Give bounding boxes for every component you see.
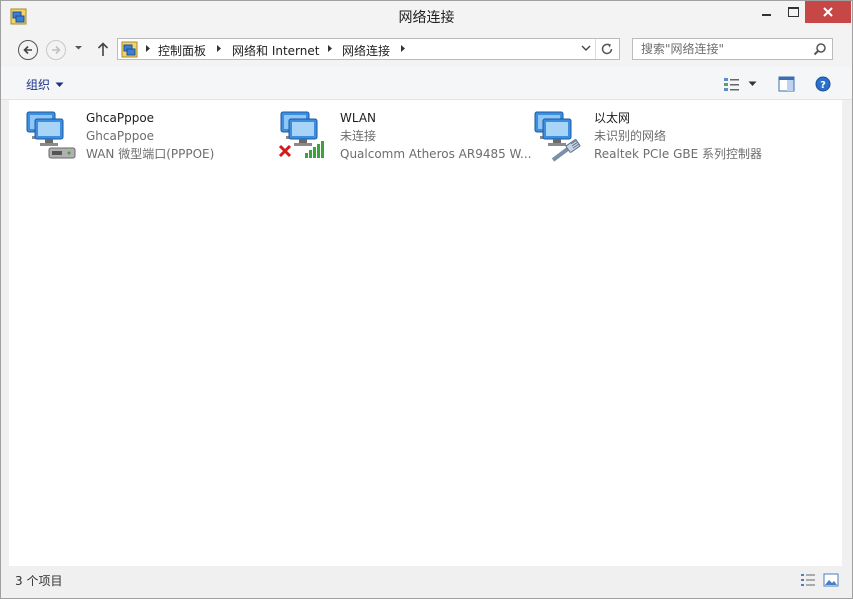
title-bar[interactable]: 网络连接 [1,1,852,32]
refresh-icon[interactable] [599,41,615,57]
connection-item-ethernet[interactable]: 以太网 未识别的网络 Realtek PCIe GBE 系列控制器 [531,108,781,164]
connection-item-ghcapppoe[interactable]: GhcaPppoe GhcaPppoe WAN 微型端口(PPPOE) [23,108,273,164]
window: 网络连接 控制面板 网络和 Internet 网络连接 搜索"网络连接" 组织 … [0,0,853,599]
large-icons-view-icon[interactable] [823,573,839,587]
connection-device: Qualcomm Atheros AR9485 W... [340,147,532,161]
connection-name: GhcaPppoe [86,111,155,125]
breadcrumb-chevron-icon[interactable] [216,44,222,53]
connection-device: Realtek PCIe GBE 系列控制器 [594,147,763,161]
help-icon[interactable]: ? [815,76,831,92]
breadcrumb-network-internet[interactable]: 网络和 Internet [232,42,319,59]
breadcrumb-control-panel[interactable]: 控制面板 [158,42,206,59]
details-view-icon[interactable] [800,573,816,587]
minimize-button[interactable] [753,1,780,23]
breadcrumb-network-connections[interactable]: 网络连接 [342,42,390,59]
breadcrumb-chevron-icon[interactable] [327,44,333,53]
view-options-dropdown-icon[interactable] [748,81,757,87]
command-bar: 组织 ? [1,67,852,100]
connection-status: GhcaPppoe [86,129,155,143]
preview-pane-icon[interactable] [778,76,795,92]
status-bar: 3 个项目 [1,566,852,598]
control-panel-icon [121,41,138,58]
breadcrumb-chevron-icon[interactable] [145,44,151,53]
pppoe-connection-icon [26,111,76,159]
wlan-disconnected-icon [278,111,324,158]
connection-text: WLAN 未连接 Qualcomm Atheros AR9485 W... [340,109,531,163]
chevron-down-icon [55,82,64,87]
close-icon [823,7,833,17]
maximize-button[interactable] [780,1,807,23]
connection-text: 以太网 未识别的网络 Realtek PCIe GBE 系列控制器 [594,109,762,163]
navigation-bar: 控制面板 网络和 Internet 网络连接 [1,32,852,67]
item-count: 3 个项目 [15,574,63,588]
arrow-right-icon [52,45,61,55]
ethernet-connection-icon [534,111,581,162]
search-box[interactable] [632,38,833,60]
search-input[interactable] [633,39,817,59]
address-history-dropdown-icon[interactable] [581,45,591,52]
address-bar[interactable]: 控制面板 网络和 Internet 网络连接 [117,38,620,60]
connection-text: GhcaPppoe GhcaPppoe WAN 微型端口(PPPOE) [86,109,214,163]
connection-name: 以太网 [594,111,631,125]
connection-name: WLAN [340,111,377,125]
address-divider [595,39,596,59]
maximize-icon [788,7,799,17]
svg-text:?: ? [820,80,826,91]
window-title: 网络连接 [398,10,455,26]
connection-status: 未连接 [340,129,377,143]
organize-menu-button[interactable]: 组织 [26,76,64,93]
forward-button[interactable] [46,40,66,60]
minimize-icon [762,14,771,16]
search-icon[interactable] [813,42,827,56]
change-view-icon[interactable] [723,76,741,92]
breadcrumb-chevron-icon[interactable] [400,44,406,53]
arrow-left-icon [23,45,32,55]
up-arrow-icon[interactable] [96,41,110,57]
close-button[interactable] [805,1,851,23]
organize-label: 组织 [26,78,51,92]
connections-list[interactable]: GhcaPppoe GhcaPppoe WAN 微型端口(PPPOE) WLAN… [9,100,842,566]
recent-locations-dropdown[interactable] [74,45,83,51]
connection-status: 未识别的网络 [594,129,667,143]
connection-device: WAN 微型端口(PPPOE) [86,147,215,161]
connection-item-wlan[interactable]: WLAN 未连接 Qualcomm Atheros AR9485 W... [277,108,531,164]
back-button[interactable] [18,40,38,60]
